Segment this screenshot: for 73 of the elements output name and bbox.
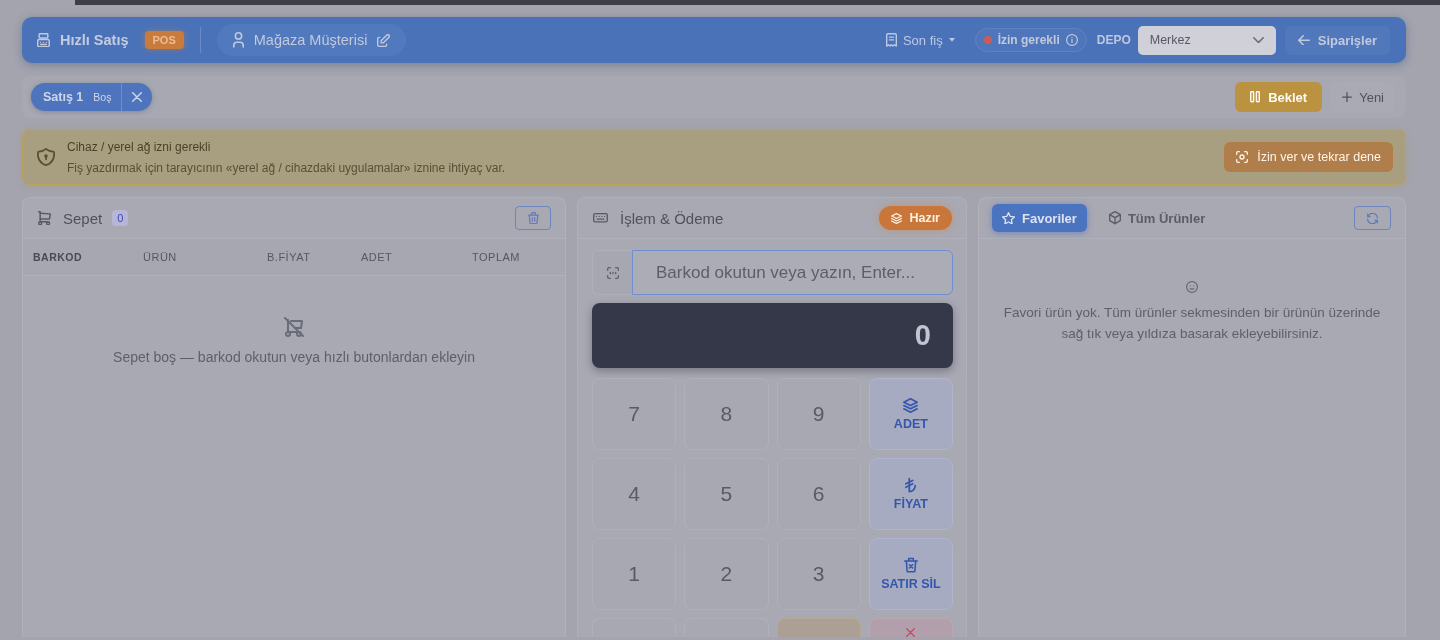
keypad-key[interactable]: 7: [592, 378, 677, 450]
keypad-key[interactable]: 9: [776, 378, 861, 450]
tab-status: Boş: [93, 91, 112, 103]
price-key[interactable]: FİYAT: [868, 458, 953, 530]
keypad-key[interactable]: 3: [776, 538, 861, 610]
delete-line-key[interactable]: SATIR SİL: [868, 538, 953, 610]
arrow-left-icon: [1297, 34, 1310, 46]
pause-icon: [1250, 91, 1261, 103]
column-header: ADET: [361, 251, 394, 263]
plus-icon: [1342, 92, 1353, 102]
scan-icon: [1236, 151, 1249, 163]
info-icon: [1065, 34, 1078, 46]
column-header: BARKOD: [33, 251, 84, 263]
edit-icon: [377, 33, 391, 47]
app-title: Hızlı Satış: [60, 32, 129, 48]
panel-title: Sepet: [63, 209, 103, 227]
panel-title: İşlem & Ödeme: [620, 209, 724, 227]
keyboard-icon: [593, 213, 608, 223]
empty-message: Favori ürün yok. Tüm ürünler sekmesinden bir ürünün üzerinde sağ tık veya yıldıza basarak ekleyebilirsiniz.: [1002, 304, 1382, 343]
sale-tab[interactable]: Satış 1 Boş: [31, 83, 153, 111]
caret-icon: [948, 38, 955, 42]
scan-icon: [606, 266, 619, 279]
shield-icon: [37, 148, 55, 166]
user-icon: [232, 32, 244, 48]
close-icon: [132, 92, 143, 102]
customer-button[interactable]: Mağaza Müşterisi: [216, 24, 407, 56]
cancel-key[interactable]: [868, 618, 953, 637]
register-icon: [37, 32, 50, 48]
scan-button[interactable]: [592, 250, 632, 295]
count-badge: 0: [112, 210, 129, 226]
keypad-key[interactable]: [776, 618, 861, 637]
layers-icon: [891, 212, 903, 224]
alert-title: Cihaz / yerel ağ izni gerekli: [67, 139, 212, 154]
receipt-icon: [885, 33, 897, 47]
star-icon: [1002, 211, 1015, 225]
barcode-input[interactable]: Barkod okutun veya yazın, Enter...: [632, 250, 953, 295]
amount-display: 0: [592, 303, 953, 368]
neutral-face-icon: [1186, 281, 1198, 293]
status-label: Hazır: [909, 211, 940, 225]
allow-retry-button[interactable]: İzin ver ve tekrar dene: [1224, 142, 1393, 172]
refresh-button[interactable]: [1354, 206, 1391, 230]
keypad-key[interactable]: 4: [592, 458, 677, 530]
column-header: TOPLAM: [472, 251, 522, 263]
permission-button[interactable]: İzin gerekli: [974, 28, 1087, 52]
keypad-key[interactable]: 8: [684, 378, 769, 450]
cart-icon: [38, 210, 51, 226]
empty-message: Sepet boş — barkod okutun veya hızlı butonlardan ekleyin: [113, 349, 475, 365]
refresh-icon: [1367, 212, 1378, 224]
keypad-key[interactable]: 6: [776, 458, 861, 530]
box-icon: [1108, 211, 1121, 225]
mode-badge: POS: [144, 31, 184, 49]
hold-button[interactable]: Beklet: [1235, 82, 1323, 112]
chevron-down-icon: [1252, 36, 1264, 44]
keypad-key[interactable]: 5: [684, 458, 769, 530]
x-icon: [906, 628, 916, 637]
lira-icon: [904, 477, 917, 493]
alert-message: Fiş yazdırmak için tarayıcının «yerel ağ / cihazdaki uygulamalar» iznine ihtiyaç var.: [67, 160, 507, 175]
keypad-key[interactable]: 2: [684, 538, 769, 610]
clear-cart-button[interactable]: [515, 206, 551, 230]
orders-button[interactable]: Siparişler: [1284, 25, 1390, 55]
quantity-key[interactable]: ADET: [868, 378, 953, 450]
warehouse-select[interactable]: Merkez: [1137, 25, 1276, 55]
column-header: B.FİYAT: [267, 251, 312, 263]
trash-x-icon: [903, 557, 918, 573]
layers-icon: [903, 397, 919, 413]
column-header: ÜRÜN: [143, 251, 178, 263]
trash-icon: [527, 211, 539, 225]
warehouse-label: DEPO: [1096, 33, 1131, 47]
product-tab[interactable]: Tüm Ürünler: [1098, 204, 1216, 232]
tab-title: Satış 1: [43, 90, 84, 104]
cart-off-icon: [284, 317, 304, 337]
product-tab[interactable]: Favoriler: [992, 204, 1087, 232]
keypad-key[interactable]: 1: [592, 538, 677, 610]
